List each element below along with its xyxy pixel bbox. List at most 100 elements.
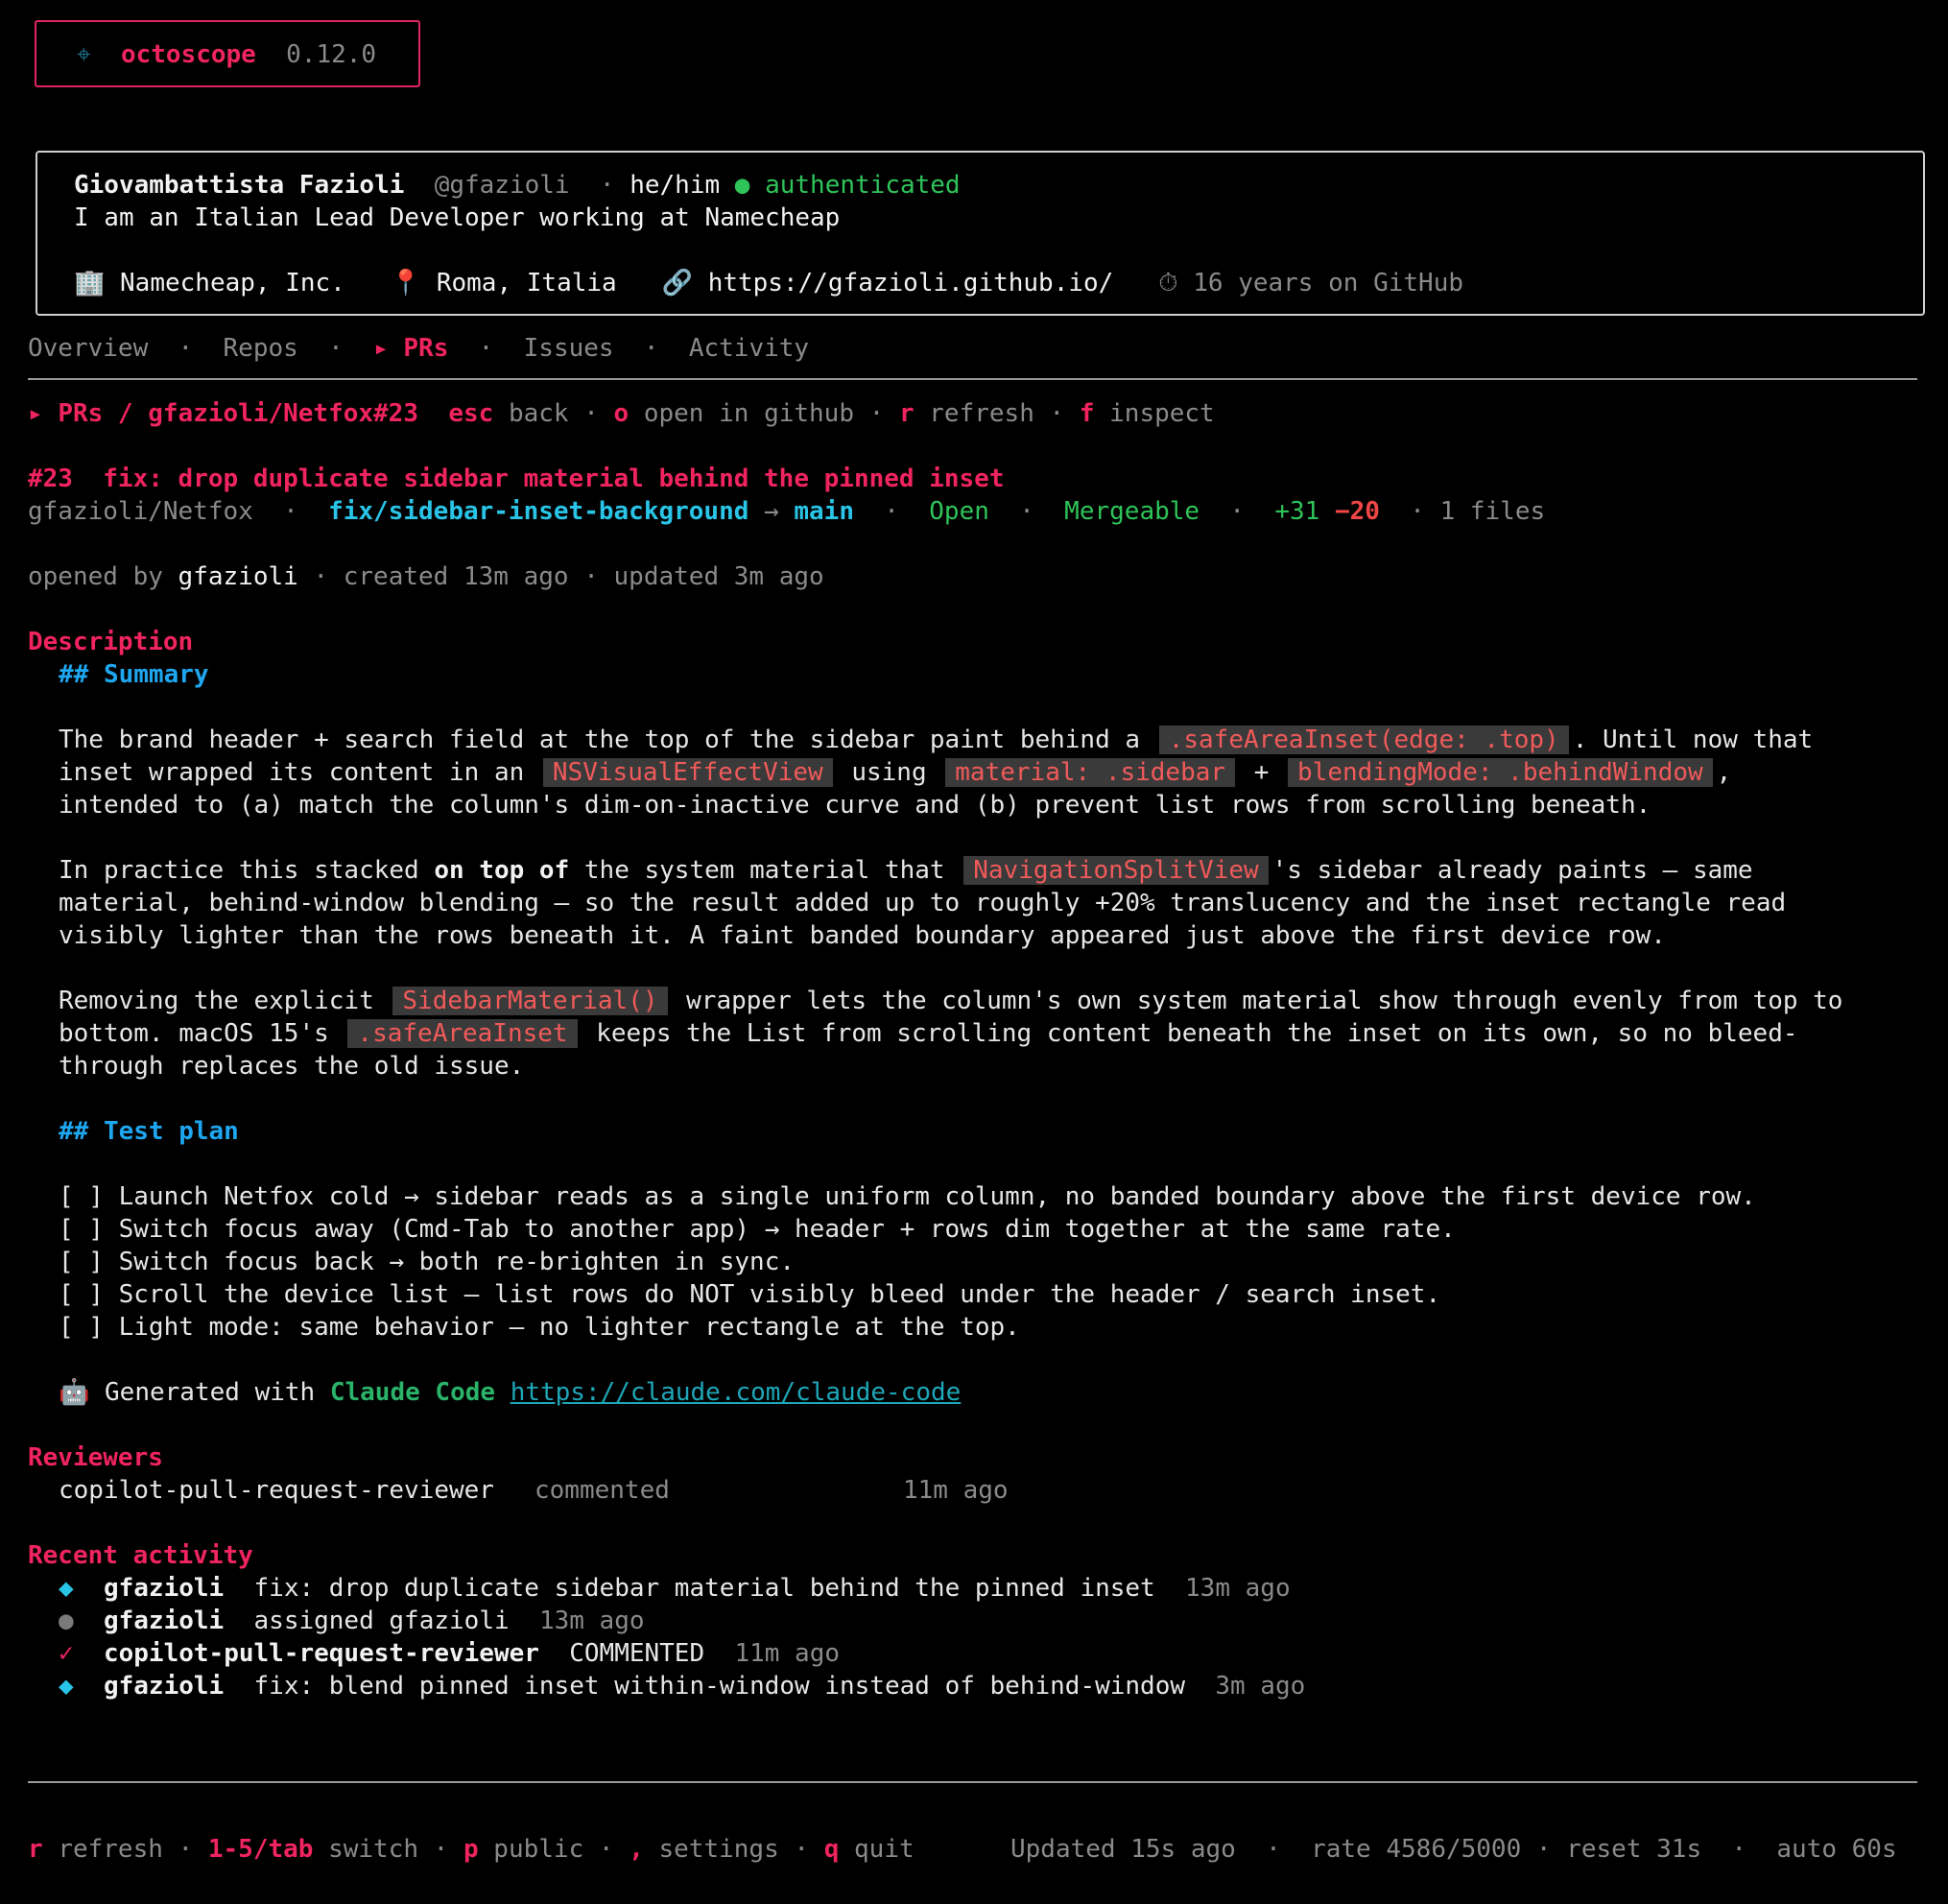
reviewer-time: 11m ago [903, 1476, 1009, 1505]
activity-time: 11m ago [734, 1639, 841, 1668]
summary-p1-line3: intended to (a) match the column's dim-o… [59, 791, 1651, 820]
profile-meta: 🏢 Namecheap, Inc. 📍 Roma, Italia 🔗 https… [74, 267, 1463, 299]
inline-code: SidebarMaterial() [392, 987, 668, 1015]
key-quit[interactable]: q [824, 1835, 840, 1864]
key-refresh[interactable]: r [899, 399, 915, 428]
reviewer-name: copilot-pull-request-reviewer [59, 1476, 494, 1505]
pr-meta: gfazioli/Netfox · fix/sidebar-inset-back… [28, 497, 1546, 526]
summary-p3-line1: Removing the explicit SidebarMaterial() … [59, 987, 1843, 1015]
building-icon: 🏢 [74, 269, 106, 298]
summary-p1-line2: inset wrapped its content in an NSVisual… [59, 758, 1732, 787]
robot-icon: 🤖 [59, 1378, 90, 1407]
checklist-item[interactable]: [ ] Light mode: same behavior — no light… [59, 1311, 1020, 1344]
pr-number: #23 [28, 464, 73, 493]
footer-divider [28, 1781, 1917, 1783]
profile-age: 16 years on GitHub [1193, 269, 1463, 298]
last-updated: Updated 15s ago [1010, 1835, 1236, 1864]
pr-repo: gfazioli/Netfox [28, 497, 253, 526]
inline-code: blendingMode: .behindWindow [1288, 758, 1713, 787]
summary-p3-line2: bottom. macOS 15's .safeAreaInset keeps … [59, 1019, 1798, 1048]
pr-title-line: #23 fix: drop duplicate sidebar material… [28, 463, 1004, 495]
profile-name: Giovambattista Fazioli [74, 171, 405, 200]
link-icon: 🔗 [661, 269, 694, 298]
activity-actor: gfazioli [103, 1672, 225, 1701]
profile-bio: I am an Italian Lead Developer working a… [74, 203, 841, 232]
tab-overview[interactable]: Overview [28, 334, 148, 363]
clock-icon: ⏱ [1158, 269, 1178, 298]
profile-location: Roma, Italia [436, 269, 617, 298]
activity-time: 13m ago [1185, 1574, 1291, 1603]
activity-text: fix: blend pinned inset within-window in… [253, 1672, 1186, 1701]
rate-reset: reset 31s [1566, 1835, 1702, 1864]
inline-code: NavigationSplitView [963, 856, 1269, 885]
breadcrumb: ▸ PRs / gfazioli/Netfox#23 esc back · o … [28, 399, 1215, 428]
pr-created: created 13m ago [343, 562, 569, 591]
summary-p3-line3: through replaces the old issue. [59, 1052, 525, 1081]
checklist-item[interactable]: [ ] Switch focus away (Cmd-Tab to anothe… [59, 1213, 1456, 1246]
key-settings[interactable]: , [629, 1835, 644, 1864]
summary-p2-line2: material, behind-window blending — so th… [59, 889, 1787, 917]
profile-handle: @gfazioli [434, 171, 570, 200]
crosshair-icon: ⌖ [77, 40, 91, 69]
checklist-item[interactable]: [ ] Scroll the device list — list rows d… [59, 1278, 1440, 1311]
summary-p1-line1: The brand header + search field at the t… [59, 726, 1814, 754]
activity-row: ◆ gfazioli fix: blend pinned inset withi… [59, 1670, 1305, 1702]
checklist-item[interactable]: [ ] Switch focus back → both re-brighten… [59, 1246, 795, 1278]
footer-keys: r refresh · 1-5/tab switch · p public · … [28, 1835, 915, 1864]
key-refresh[interactable]: r [28, 1835, 43, 1864]
auth-status: authenticated [765, 171, 961, 200]
pr-deletions: −20 [1334, 497, 1380, 526]
pr-title: fix: drop duplicate sidebar material beh… [103, 464, 1005, 493]
event-dot-icon: ● [59, 1606, 74, 1635]
tab-prs[interactable]: PRs [403, 334, 448, 363]
key-esc[interactable]: esc [448, 399, 493, 428]
generated-line: 🤖 Generated with Claude Code https://cla… [59, 1378, 962, 1407]
pr-timeline: opened by gfazioli · created 13m ago · u… [28, 562, 824, 591]
reviewer-state: commented [535, 1476, 670, 1505]
key-switch[interactable]: 1-5/tab [208, 1835, 314, 1864]
activity-row: ✓ copilot-pull-request-reviewer COMMENTE… [59, 1637, 840, 1670]
arrow-right-icon: → [764, 497, 779, 526]
inline-code: NSVisualEffectView [542, 758, 833, 787]
profile-pronouns: he/him [630, 171, 721, 200]
reviewers-heading: Reviewers [28, 1443, 163, 1472]
checklist-item[interactable]: [ ] Launch Netfox cold → sidebar reads a… [59, 1180, 1756, 1213]
key-inspect[interactable]: f [1080, 399, 1095, 428]
key-open[interactable]: o [614, 399, 630, 428]
activity-text: assigned gfazioli [253, 1606, 510, 1635]
footer-status: Updated 15s ago · rate 4586/5000 · reset… [1010, 1835, 1897, 1864]
inline-code: material: .sidebar [945, 758, 1236, 787]
key-public[interactable]: p [463, 1835, 479, 1864]
activity-heading: Recent activity [28, 1541, 253, 1570]
commit-diamond-icon: ◆ [59, 1574, 74, 1603]
activity-text: COMMENTED [569, 1639, 705, 1668]
tab-issues[interactable]: Issues [524, 334, 614, 363]
summary-p2-line3: visibly lighter than the rows beneath it… [59, 921, 1666, 950]
pr-base-branch: main [794, 497, 854, 526]
pr-files: 1 files [1439, 497, 1546, 526]
generated-link[interactable]: https://claude.com/claude-code [511, 1378, 962, 1407]
breadcrumb-marker-icon: ▸ [28, 399, 43, 428]
description-heading: Description [28, 628, 194, 656]
pr-head-branch: fix/sidebar-inset-background [328, 497, 749, 526]
tab-repos[interactable]: Repos [224, 334, 298, 363]
summary-p2-line1: In practice this stacked on top of the s… [59, 856, 1753, 885]
inline-code: .safeAreaInset [347, 1019, 578, 1048]
activity-time: 13m ago [538, 1606, 645, 1635]
tab-divider [28, 378, 1917, 380]
pr-author: gfazioli [178, 562, 298, 591]
auth-dot-icon: ● [734, 171, 750, 200]
activity-time: 3m ago [1215, 1672, 1306, 1701]
tab-activity[interactable]: Activity [689, 334, 809, 363]
profile-website[interactable]: https://gfazioli.github.io/ [708, 269, 1114, 298]
brand: ⌖ octoscope 0.12.0 [77, 38, 376, 71]
inline-code: .safeAreaInset(edge: .top) [1158, 726, 1569, 754]
activity-row: ◆ gfazioli fix: drop duplicate sidebar m… [59, 1572, 1291, 1605]
test-plan-heading: ## Test plan [59, 1117, 239, 1146]
auto-refresh: auto 60s [1776, 1835, 1897, 1864]
activity-text: fix: drop duplicate sidebar material beh… [253, 1574, 1155, 1603]
activity-row: ● gfazioli assigned gfazioli 13m ago [59, 1605, 645, 1637]
app-version: 0.12.0 [286, 40, 377, 69]
commit-diamond-icon: ◆ [59, 1672, 74, 1701]
activity-actor: copilot-pull-request-reviewer [103, 1639, 539, 1668]
